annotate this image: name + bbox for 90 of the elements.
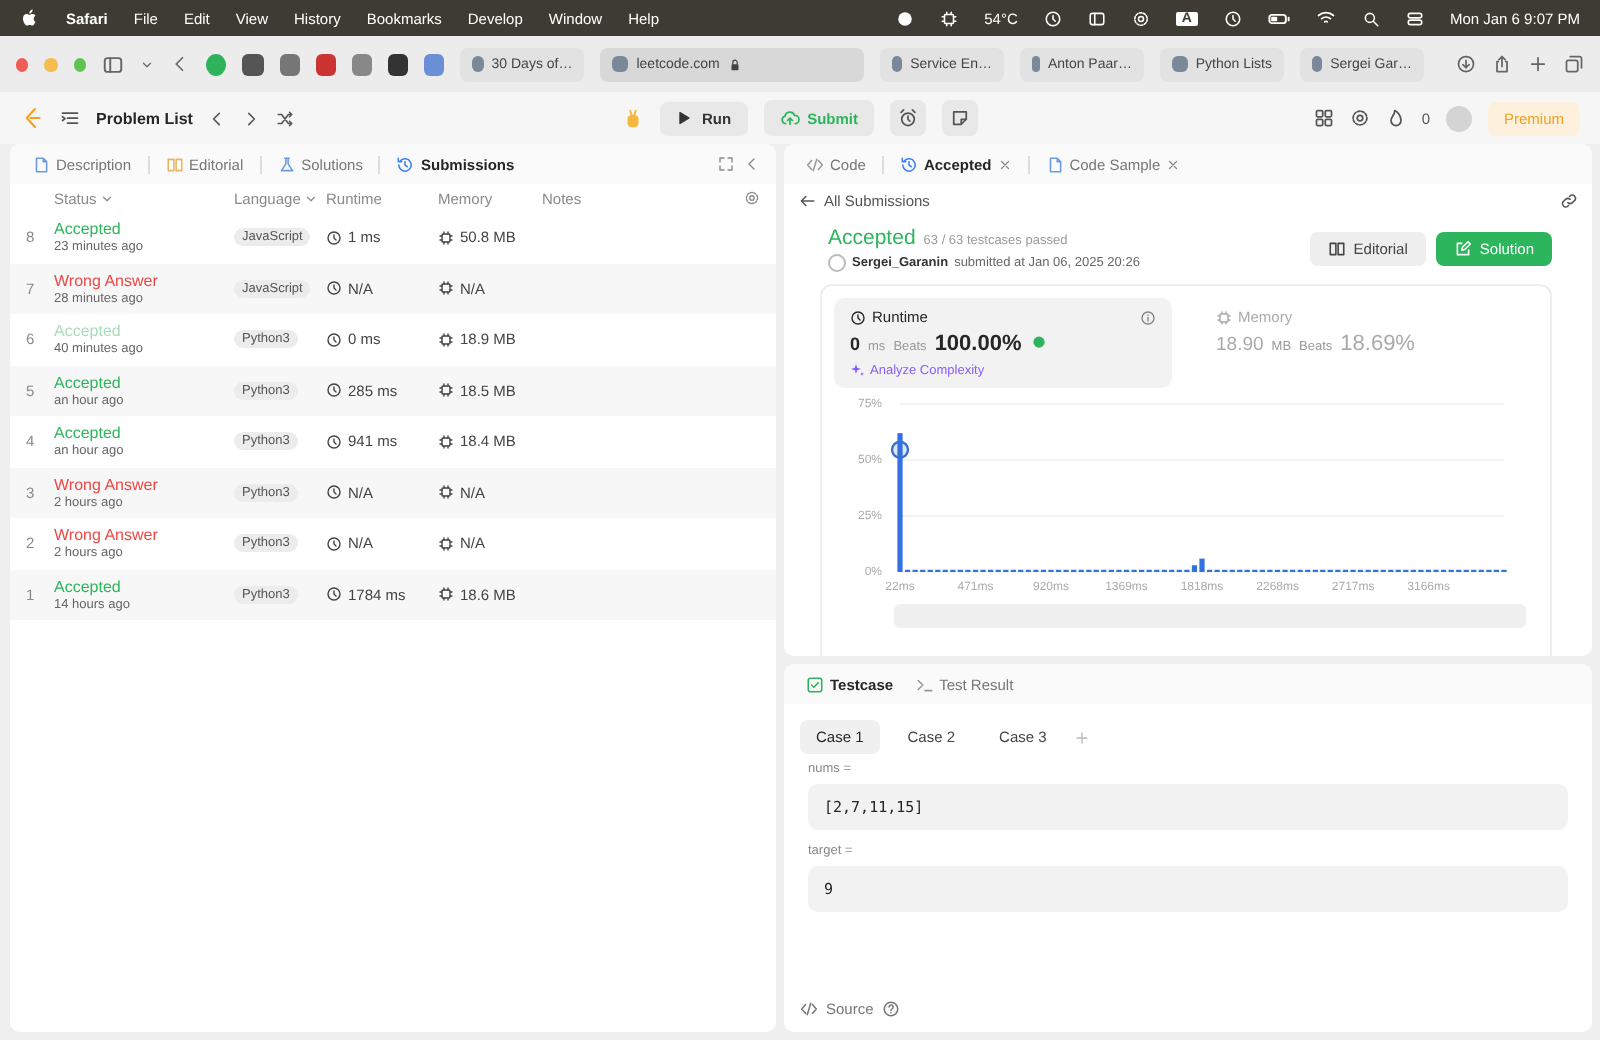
back-arrow-icon[interactable] — [798, 192, 816, 210]
terminal-icon — [915, 675, 934, 693]
beats-percentage: 100.00% — [934, 332, 1022, 356]
chip-icon — [438, 586, 454, 603]
chip-icon — [438, 280, 454, 297]
new-tab-icon[interactable] — [1527, 54, 1548, 74]
upload-icon — [779, 108, 800, 128]
control-center-icon[interactable] — [1405, 9, 1424, 27]
apple-icon[interactable] — [20, 8, 40, 28]
clock-icon — [326, 586, 342, 603]
chip-icon — [438, 229, 454, 246]
fire-icon[interactable] — [1385, 108, 1406, 128]
lock-icon — [727, 57, 742, 71]
edit-icon — [1453, 240, 1472, 258]
info-icon[interactable] — [1140, 309, 1156, 325]
clock-icon[interactable] — [1043, 9, 1062, 27]
clock-icon — [326, 433, 342, 450]
list-icon[interactable] — [60, 108, 80, 128]
circle-icon[interactable] — [896, 9, 915, 27]
code-icon[interactable] — [800, 1000, 818, 1018]
code-icon — [806, 155, 824, 173]
alarm-clock-icon — [898, 108, 919, 128]
timer-button[interactable] — [890, 100, 927, 136]
favicon-icon — [1031, 56, 1040, 72]
notes-button[interactable] — [942, 100, 979, 136]
history-icon — [396, 155, 415, 173]
clock-icon — [326, 331, 342, 348]
apps-icon[interactable] — [1313, 108, 1334, 128]
chip-icon[interactable] — [940, 9, 959, 27]
flask-icon — [277, 155, 296, 173]
help-icon[interactable] — [881, 1000, 900, 1018]
chevron-down-icon[interactable] — [140, 57, 155, 71]
favicon-icon — [612, 56, 629, 72]
chip-icon — [438, 433, 454, 450]
favicon-icon — [472, 56, 484, 72]
book-icon — [165, 155, 184, 173]
clock-icon — [326, 229, 342, 246]
result-status: Accepted — [828, 226, 916, 250]
favicon-icon — [891, 56, 903, 72]
extension-icon[interactable] — [242, 53, 264, 75]
search-icon[interactable] — [1361, 9, 1380, 27]
wifi-icon[interactable] — [1315, 8, 1336, 28]
chip-icon — [438, 484, 454, 501]
user-avatar — [828, 254, 846, 272]
chip-icon — [438, 535, 454, 552]
play-icon — [676, 110, 692, 126]
tab-overview-icon[interactable] — [1563, 54, 1584, 74]
gear-icon[interactable] — [1131, 9, 1150, 27]
sparkle-icon — [850, 362, 866, 378]
medal-icon — [1029, 332, 1048, 350]
metric-value: 0 — [850, 334, 861, 354]
clock-icon — [326, 535, 342, 552]
metric-value: 18.90 — [1216, 334, 1264, 356]
download-icon[interactable] — [1455, 54, 1476, 74]
favicon-icon — [1311, 56, 1323, 72]
clock-icon — [326, 382, 342, 399]
status-link[interactable]: Wrong Answer — [54, 271, 234, 290]
link-icon[interactable] — [1560, 192, 1578, 210]
sidebar-icon[interactable] — [102, 53, 125, 75]
chevron-down-icon[interactable] — [304, 191, 319, 205]
extension-icon[interactable] — [387, 53, 409, 75]
document-icon — [32, 155, 50, 173]
collapse-icon[interactable] — [744, 156, 760, 172]
clock-icon — [326, 280, 342, 297]
favicon-icon — [1171, 56, 1188, 72]
history-icon — [899, 155, 918, 173]
clock-icon[interactable] — [1223, 9, 1242, 27]
checkbox-icon — [806, 675, 824, 693]
chip-icon — [438, 382, 454, 399]
beats-percentage: 18.69% — [1340, 332, 1415, 356]
problem-list-link[interactable]: Problem List — [96, 109, 193, 127]
display-icon[interactable] — [1087, 9, 1106, 27]
share-icon[interactable] — [1491, 54, 1512, 74]
next-icon[interactable] — [242, 109, 261, 127]
shuffle-icon[interactable] — [276, 109, 295, 127]
close-window-button[interactable] — [16, 57, 29, 71]
document-icon — [1045, 155, 1064, 173]
status-link[interactable]: Wrong Answer — [54, 475, 234, 494]
chevron-down-icon[interactable] — [100, 191, 115, 205]
close-icon[interactable] — [997, 157, 1012, 171]
note-icon — [950, 108, 971, 128]
settings-icon[interactable] — [1349, 108, 1370, 128]
clock-icon — [326, 484, 342, 501]
status-link[interactable]: Wrong Answer — [54, 526, 234, 545]
clock-icon — [850, 309, 866, 325]
chip-icon — [1216, 309, 1232, 325]
book-icon — [1327, 240, 1346, 258]
settings-icon[interactable] — [744, 190, 760, 206]
chip-icon — [438, 331, 454, 348]
close-icon[interactable] — [1166, 157, 1181, 171]
